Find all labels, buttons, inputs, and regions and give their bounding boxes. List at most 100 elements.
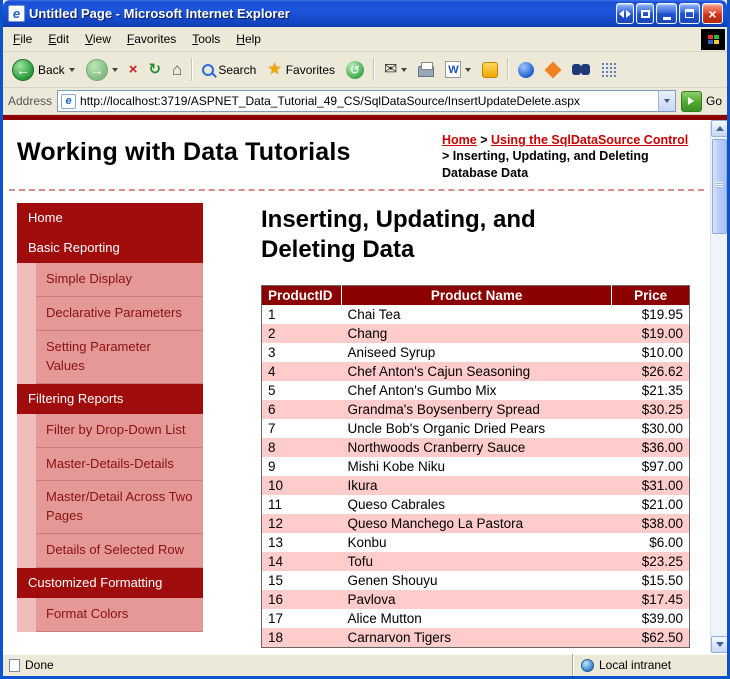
- table-cell: 8: [262, 438, 342, 457]
- messenger-button[interactable]: [477, 59, 503, 81]
- menu-help[interactable]: Help: [228, 28, 269, 50]
- table-cell: Alice Mutton: [341, 609, 611, 628]
- table-cell: Mishi Kobe Niku: [341, 457, 611, 476]
- sidebar-item[interactable]: Format Colors: [17, 598, 203, 632]
- table-cell: Chang: [341, 324, 611, 343]
- grid-tool-button[interactable]: [596, 59, 621, 80]
- table-row: 15Genen Shouyu$15.50: [262, 571, 690, 590]
- page-icon: e: [61, 94, 76, 109]
- history-button[interactable]: ↺: [341, 58, 369, 82]
- table-cell: 1: [262, 305, 342, 324]
- sidebar-item[interactable]: Simple Display: [17, 263, 203, 297]
- sidebar-item[interactable]: Details of Selected Row: [17, 534, 203, 568]
- scroll-down-button[interactable]: [711, 636, 727, 653]
- sidebar-item[interactable]: Master-Details-Details: [17, 448, 203, 482]
- edit-with-word-button[interactable]: W: [440, 58, 476, 81]
- breadcrumb-home-link[interactable]: Home: [442, 133, 477, 147]
- table-cell: Queso Cabrales: [341, 495, 611, 514]
- menu-favorites[interactable]: Favorites: [119, 28, 184, 50]
- ie-logo-icon: e: [8, 5, 25, 22]
- breadcrumb: Home > Using the SqlDataSource Control >…: [442, 132, 704, 181]
- table-cell: 2: [262, 324, 342, 343]
- titlebar-buttons: ×: [616, 3, 723, 24]
- quick-launch-button[interactable]: [540, 59, 566, 81]
- table-cell: 18: [262, 628, 342, 648]
- address-input[interactable]: e http://localhost:3719/ASPNET_Data_Tuto…: [57, 90, 676, 112]
- menu-edit[interactable]: Edit: [40, 28, 77, 50]
- search-label: Search: [218, 63, 256, 77]
- back-label: Back: [38, 63, 65, 77]
- title-bar[interactable]: e Untitled Page - Microsoft Internet Exp…: [3, 0, 727, 27]
- back-dropdown-icon[interactable]: [69, 68, 75, 72]
- stop-button[interactable]: ×: [124, 59, 143, 80]
- chevron-down-icon: [664, 99, 670, 103]
- back-button[interactable]: ← Back: [7, 56, 80, 84]
- stop-icon: ×: [129, 62, 138, 77]
- address-label: Address: [8, 94, 52, 108]
- table-cell: $31.00: [612, 476, 690, 495]
- menu-view[interactable]: View: [77, 28, 119, 50]
- table-cell: 4: [262, 362, 342, 381]
- sidebar-item[interactable]: Home: [17, 203, 203, 233]
- table-cell: 10: [262, 476, 342, 495]
- standard-toolbar: ← Back → × ↻ ⌂ Search ★ Favorites ↺ ✉ W: [3, 52, 727, 88]
- table-cell: $36.00: [612, 438, 690, 457]
- table-cell: 14: [262, 552, 342, 571]
- sidebar-gutter: [17, 448, 36, 482]
- arrow-up-icon: [716, 126, 724, 131]
- table-row: 4Chef Anton's Cajun Seasoning$26.62: [262, 362, 690, 381]
- minimize-button[interactable]: [656, 3, 677, 24]
- table-row: 1Chai Tea$19.95: [262, 305, 690, 324]
- sidebar-gutter: [17, 414, 36, 448]
- sidebar-item[interactable]: Declarative Parameters: [17, 297, 203, 331]
- home-icon: ⌂: [172, 61, 182, 78]
- sidebar-item-label: Format Colors: [36, 598, 203, 632]
- maximize-button[interactable]: [679, 3, 700, 24]
- menu-file[interactable]: File: [5, 28, 40, 50]
- titlebar-extra-button-2[interactable]: [636, 3, 654, 24]
- scrollbar-thumb[interactable]: [712, 139, 727, 234]
- scroll-up-button[interactable]: [711, 120, 727, 137]
- sidebar-item-label: Setting Parameter Values: [36, 331, 203, 384]
- windows-throbber-icon: [701, 29, 725, 50]
- column-header: ProductID: [262, 285, 342, 305]
- sidebar-item[interactable]: Filter by Drop-Down List: [17, 414, 203, 448]
- close-button[interactable]: ×: [702, 3, 723, 24]
- sidebar-item[interactable]: Customized Formatting: [17, 568, 203, 598]
- favorites-button[interactable]: ★ Favorites: [262, 59, 340, 81]
- breadcrumb-section-link[interactable]: Using the SqlDataSource Control: [491, 133, 688, 147]
- home-button[interactable]: ⌂: [167, 58, 187, 81]
- table-cell: 17: [262, 609, 342, 628]
- search-button[interactable]: Search: [197, 60, 261, 80]
- zone-text: Local intranet: [599, 658, 671, 672]
- sidebar-item[interactable]: Basic Reporting: [17, 233, 203, 263]
- toolbar-separator: [191, 58, 193, 81]
- table-row: 12Queso Manchego La Pastora$38.00: [262, 514, 690, 533]
- table-cell: $15.50: [612, 571, 690, 590]
- mail-dropdown-icon[interactable]: [401, 68, 407, 72]
- menu-tools[interactable]: Tools: [184, 28, 228, 50]
- msn-button[interactable]: [513, 59, 539, 81]
- sidebar-item[interactable]: Setting Parameter Values: [17, 331, 203, 384]
- go-button[interactable]: Go: [681, 91, 722, 112]
- vertical-scrollbar[interactable]: [710, 120, 727, 653]
- sidebar-item[interactable]: Master/Detail Across Two Pages: [17, 481, 203, 534]
- titlebar-extra-button-1[interactable]: [616, 3, 634, 24]
- table-cell: $30.25: [612, 400, 690, 419]
- refresh-button[interactable]: ↻: [143, 59, 166, 80]
- breadcrumb-separator: >: [442, 149, 453, 163]
- research-button[interactable]: [567, 61, 595, 79]
- print-button[interactable]: [413, 59, 439, 80]
- table-cell: Queso Manchego La Pastora: [341, 514, 611, 533]
- address-dropdown-button[interactable]: [658, 91, 675, 111]
- forward-dropdown-icon[interactable]: [112, 68, 118, 72]
- table-header-row: ProductIDProduct NamePrice: [262, 285, 690, 305]
- word-dropdown-icon[interactable]: [465, 68, 471, 72]
- table-cell: 13: [262, 533, 342, 552]
- refresh-icon: ↻: [148, 62, 161, 77]
- sidebar-item[interactable]: Filtering Reports: [17, 384, 203, 414]
- mail-button[interactable]: ✉: [379, 59, 412, 81]
- table-row: 18Carnarvon Tigers$62.50: [262, 628, 690, 648]
- forward-button[interactable]: →: [81, 56, 123, 84]
- table-cell: 6: [262, 400, 342, 419]
